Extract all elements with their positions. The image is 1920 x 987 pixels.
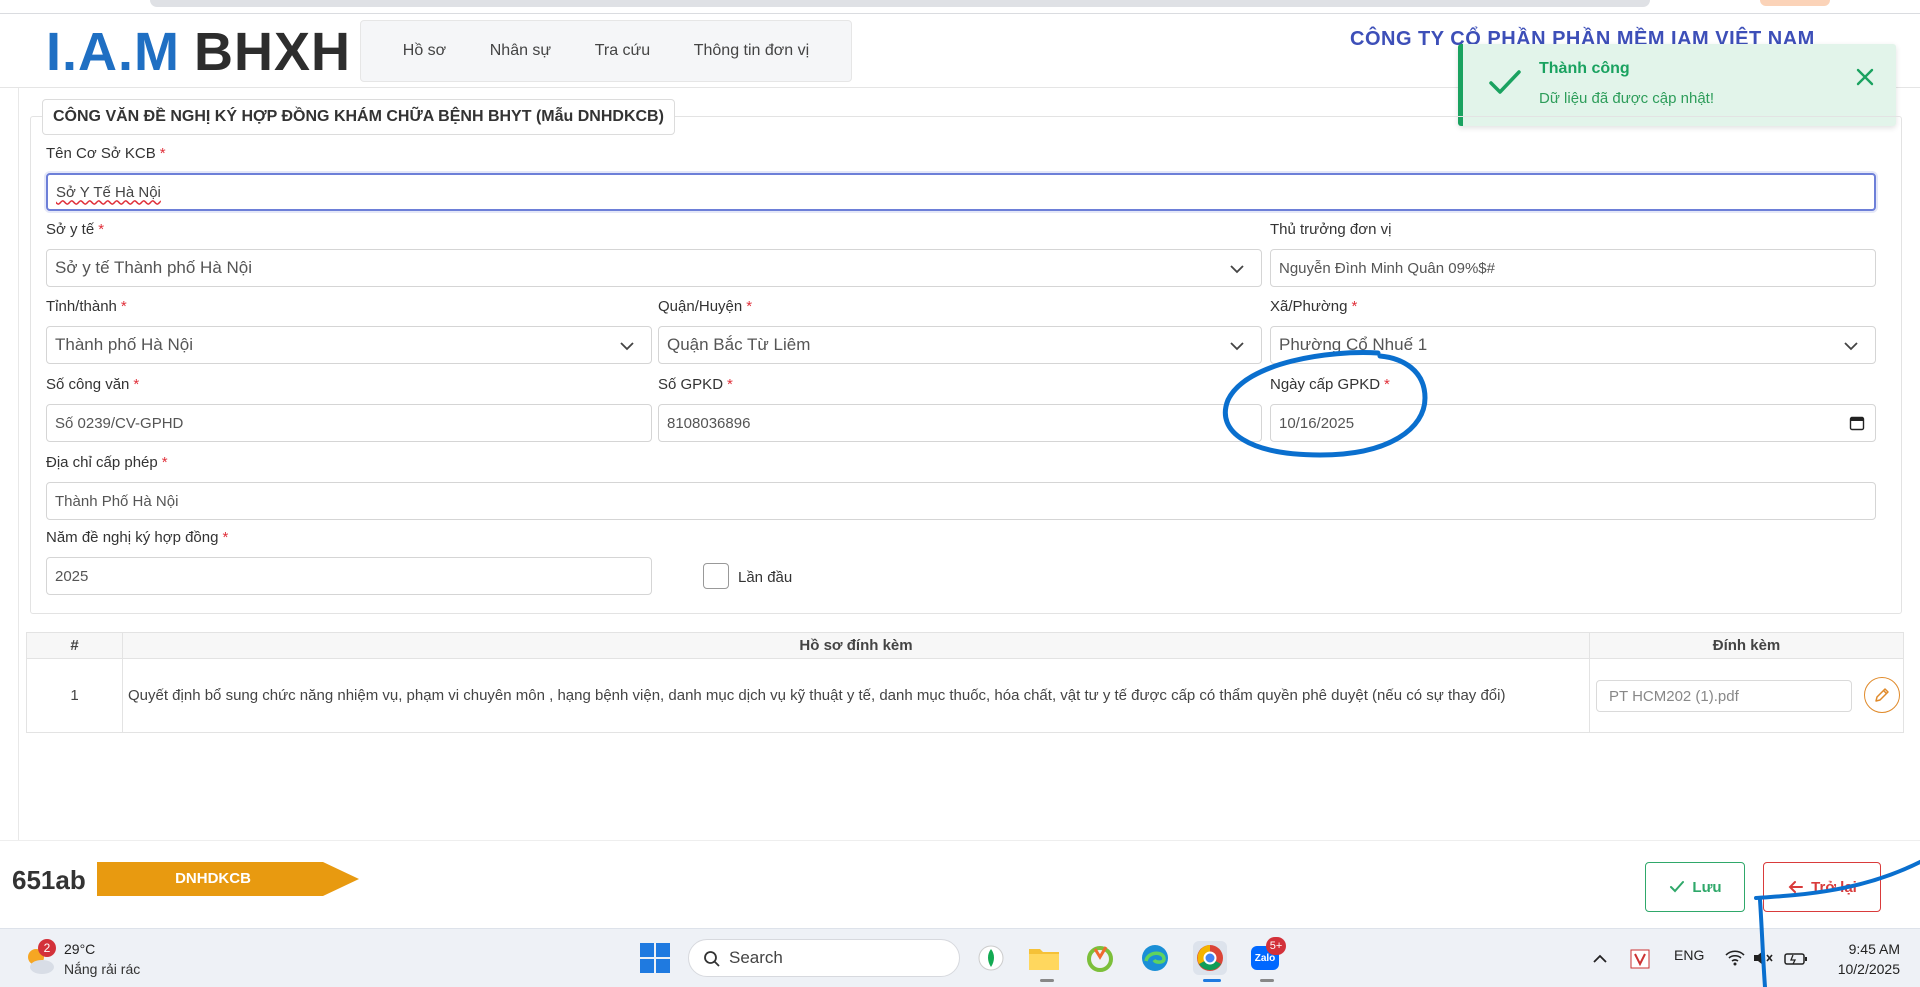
attachment-table: # Hồ sơ đính kèm Đính kèm 1 Quyết định b… xyxy=(26,632,1904,733)
chevron-down-icon xyxy=(1844,342,1858,351)
chevron-down-icon xyxy=(1230,265,1244,274)
browser-profile-button[interactable] xyxy=(1760,0,1830,6)
zalo-active-indicator xyxy=(1260,979,1274,982)
search-label: Search xyxy=(729,948,783,967)
weather-condition: Nắng rải rác xyxy=(64,961,141,977)
save-label: Lưu xyxy=(1692,878,1722,896)
label-xa-phuong: Xã/Phường * xyxy=(1270,298,1358,315)
zalo-badge: 5+ xyxy=(1266,937,1286,955)
label-so-y-te: Sở y tế * xyxy=(46,221,105,238)
lan-dau-checkbox[interactable] xyxy=(703,563,729,589)
record-code: 651ab xyxy=(12,865,86,895)
logo-bhxh: BHXH xyxy=(194,22,352,82)
back-button[interactable]: Trở lại xyxy=(1763,862,1881,912)
mongodb-icon[interactable] xyxy=(974,941,1008,975)
label-lan-dau: Lần đầu xyxy=(738,569,793,586)
label-so-gpkd: Số GPKD * xyxy=(658,376,733,393)
windows-start-icon[interactable] xyxy=(640,943,670,973)
check-icon xyxy=(1489,70,1521,94)
system-clock[interactable]: 9:45 AM 10/2/2025 xyxy=(1830,939,1900,979)
clock-time: 9:45 AM xyxy=(1848,941,1900,957)
chrome-active-indicator xyxy=(1203,979,1221,982)
row-num: 1 xyxy=(26,658,123,733)
form-legend: CÔNG VĂN ĐỀ NGHỊ KÝ HỢP ĐỒNG KHÁM CHỮA B… xyxy=(42,99,675,135)
label-tinh-thanh: Tỉnh/thành * xyxy=(46,298,127,315)
action-bar: 651ab DNHDKCB Lưu Trở lại xyxy=(0,840,1920,928)
edge-browser-icon[interactable] xyxy=(1138,941,1172,975)
label-quan-huyen: Quận/Huyện * xyxy=(658,298,753,315)
nav-nhan-su[interactable]: Nhân sự xyxy=(490,42,551,60)
form-type-tag: DNHDKCB xyxy=(97,862,359,896)
nav-ho-so[interactable]: Hồ sơ xyxy=(403,42,446,60)
save-button[interactable]: Lưu xyxy=(1645,862,1745,912)
label-dia-chi: Địa chỉ cấp phép * xyxy=(46,454,168,471)
wifi-icon[interactable] xyxy=(1724,949,1746,967)
label-ngay-cap: Ngày cấp GPKD * xyxy=(1270,376,1390,393)
explorer-active-indicator xyxy=(1040,979,1054,982)
taskbar-search[interactable]: Search xyxy=(688,939,960,977)
label-ten-co-so: Tên Cơ Sở KCB * xyxy=(46,145,166,162)
so-y-te-select[interactable]: Sở y tế Thành phố Hà Nội xyxy=(46,249,1262,287)
check-icon xyxy=(1670,881,1685,893)
so-gpkd-input[interactable]: 8108036896 xyxy=(658,404,1262,442)
col-ho-so: Hồ sơ đính kèm xyxy=(122,632,1590,659)
table-row: 1 Quyết định bổ sung chức năng nhiệm vụ,… xyxy=(26,658,1904,733)
weather-badge: 2 xyxy=(38,939,56,957)
toast-title: Thành công xyxy=(1539,60,1630,77)
nam-de-nghi-input[interactable]: 2025 xyxy=(46,557,652,595)
calendar-icon[interactable] xyxy=(1849,415,1865,431)
pencil-icon xyxy=(1875,688,1889,702)
tinh-thanh-select[interactable]: Thành phố Hà Nội xyxy=(46,326,652,364)
chevron-up-icon[interactable] xyxy=(1592,951,1608,967)
logo-iam: I.A.M xyxy=(46,22,180,82)
ten-co-so-input[interactable]: Sở Y Tế Hà Nội xyxy=(46,173,1876,211)
xa-phuong-select[interactable]: Phường Cổ Nhuế 1 xyxy=(1270,326,1876,364)
weather-widget[interactable]: 2 29°C Nắng rải rác xyxy=(22,937,182,981)
form-type-label: DNHDKCB xyxy=(175,870,251,887)
chrome-browser-icon[interactable] xyxy=(1193,941,1227,975)
dia-chi-input[interactable]: Thành Phố Hà Nội xyxy=(46,482,1876,520)
edit-attachment-button[interactable] xyxy=(1864,677,1900,713)
back-label: Trở lại xyxy=(1811,878,1857,896)
arrow-left-icon xyxy=(1788,881,1804,893)
nav-thong-tin-don-vi[interactable]: Thông tin đơn vị xyxy=(694,42,809,60)
app-logo[interactable]: I.A.M BHXH xyxy=(46,22,352,82)
col-dinh-kem: Đính kèm xyxy=(1589,632,1904,659)
col-num: # xyxy=(26,632,123,659)
weather-temp: 29°C xyxy=(64,941,96,957)
label-so-cong-van: Số công văn * xyxy=(46,376,140,393)
language-indicator[interactable]: ENG xyxy=(1674,947,1704,963)
so-cong-van-input[interactable]: Số 0239/CV-GPHD xyxy=(46,404,652,442)
content-divider xyxy=(18,88,19,840)
success-toast: Thành công Dữ liệu đã được cập nhật! xyxy=(1458,44,1896,126)
v-tray-icon[interactable] xyxy=(1630,949,1650,969)
search-icon xyxy=(704,951,720,967)
ngay-cap-date-input[interactable]: 10/16/2025 xyxy=(1270,404,1876,442)
table-header-row: # Hồ sơ đính kèm Đính kèm xyxy=(26,632,1904,659)
attachment-file-field[interactable]: PT HCM202 (1).pdf xyxy=(1596,680,1852,712)
label-thu-truong: Thủ trưởng đơn vị xyxy=(1270,221,1392,238)
battery-icon[interactable] xyxy=(1784,951,1808,967)
address-bar[interactable] xyxy=(150,0,1650,7)
close-icon[interactable] xyxy=(1852,64,1878,90)
browser-chrome xyxy=(0,0,1920,14)
label-nam-de-nghi: Năm đề nghị ký hợp đồng * xyxy=(46,529,229,546)
nav-tra-cuu[interactable]: Tra cứu xyxy=(595,42,650,60)
main-nav: Hồ sơ Nhân sự Tra cứu Thông tin đơn vị xyxy=(360,20,852,82)
row-attachment: PT HCM202 (1).pdf xyxy=(1589,658,1904,733)
toast-message: Dữ liệu đã được cập nhật! xyxy=(1539,90,1715,107)
volume-icon[interactable] xyxy=(1752,949,1774,967)
row-desc: Quyết định bổ sung chức năng nhiệm vụ, p… xyxy=(122,658,1590,733)
file-explorer-icon[interactable] xyxy=(1027,941,1061,975)
app-icon-green[interactable] xyxy=(1083,941,1117,975)
chevron-down-icon xyxy=(620,342,634,351)
thu-truong-input[interactable]: Nguyễn Đình Minh Quân 09%$# xyxy=(1270,249,1876,287)
clock-date: 10/2/2025 xyxy=(1837,961,1900,977)
chevron-down-icon xyxy=(1230,342,1244,351)
windows-taskbar: 2 29°C Nắng rải rác Search Zalo 5+ ENG 9… xyxy=(0,928,1920,987)
quan-huyen-select[interactable]: Quận Bắc Từ Liêm xyxy=(658,326,1262,364)
